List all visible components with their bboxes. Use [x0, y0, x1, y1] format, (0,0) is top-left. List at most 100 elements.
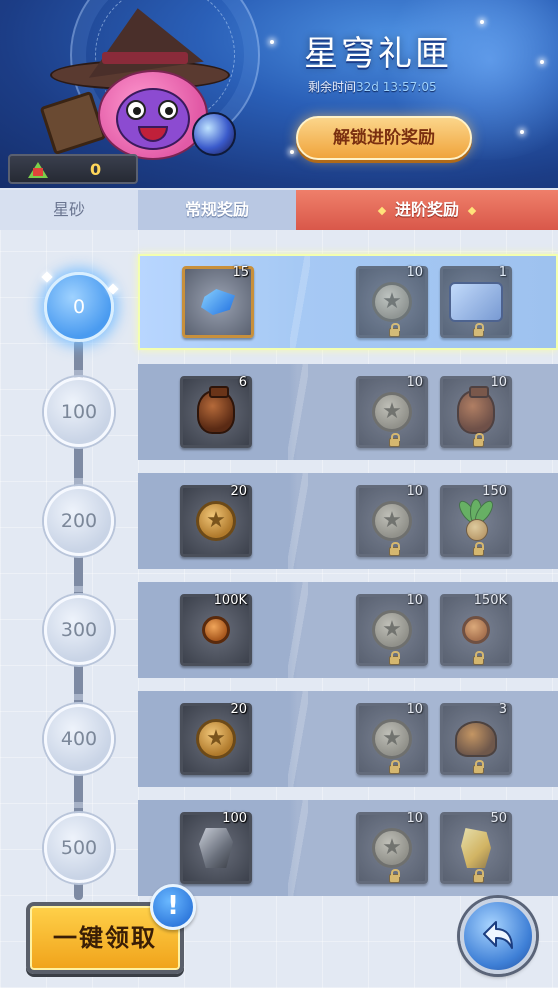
star-coin-icon [372, 719, 412, 759]
lock-icon [389, 651, 400, 665]
level-node: 0 [41, 271, 119, 342]
star-coin-icon [372, 828, 412, 868]
diamond-icon [377, 206, 387, 215]
reward-qty: 10 [406, 484, 423, 499]
reward-row: 20 10 3 [138, 691, 558, 787]
reward-slot-advanced[interactable]: 10 [356, 265, 428, 338]
star-sand-amount: 0 [90, 160, 102, 179]
reward-qty: 100K [213, 593, 247, 608]
wizard-mascot [39, 0, 240, 160]
star-coin-icon [196, 501, 236, 541]
star-sparkle [480, 20, 484, 24]
tab-star-sand[interactable]: 星砂 [0, 190, 138, 230]
level-value: 400 [60, 728, 98, 750]
level-value: 200 [60, 510, 98, 532]
level-node: 100 [44, 377, 114, 447]
reward-slot-normal[interactable]: 15 [182, 265, 254, 338]
star-coin-icon [196, 719, 236, 759]
reward-slot-advanced[interactable]: 10 [440, 375, 512, 448]
reward-slot-advanced[interactable]: 10 [356, 702, 428, 775]
star-coin-icon [372, 282, 412, 322]
reward-slot-normal[interactable]: 6 [180, 375, 252, 448]
reward-slot-advanced[interactable]: 10 [356, 811, 428, 884]
reward-slot-advanced[interactable]: 150K [440, 593, 512, 666]
diamond-icon [467, 206, 477, 215]
bronze-coin-icon [462, 616, 490, 644]
star-sparkle [540, 60, 544, 64]
reward-qty: 1 [498, 265, 507, 280]
reward-qty: 10 [406, 265, 423, 280]
level-node: 500 [44, 813, 114, 883]
gold-ore-icon [461, 828, 491, 868]
lock-icon [473, 433, 484, 447]
reward-slot-advanced[interactable]: 150 [440, 484, 512, 557]
lock-icon [473, 651, 484, 665]
reward-row: 20 10 150 [138, 473, 558, 569]
level-node: 200 [44, 486, 114, 556]
unlock-advanced-button[interactable]: 解锁进阶奖励 [296, 116, 472, 160]
hat-band [102, 52, 188, 64]
tab-advanced-rewards[interactable]: 进阶奖励 [296, 190, 558, 230]
level-value: 300 [60, 619, 98, 641]
star-sparkle [290, 150, 294, 154]
reward-slot-advanced[interactable]: 3 [440, 702, 512, 775]
star-sparkle [520, 130, 524, 134]
reward-slot-normal[interactable]: 20 [180, 484, 252, 557]
star-sparkle [270, 40, 274, 44]
level-node: 300 [44, 595, 114, 665]
alert-badge-icon[interactable]: ! [150, 884, 196, 930]
back-button[interactable] [460, 898, 536, 974]
reward-qty: 15 [232, 265, 249, 280]
mascot-eye-right [158, 100, 178, 120]
reward-qty: 150K [473, 593, 507, 608]
reward-tabs: 星砂 常规奖励 进阶奖励 [0, 190, 558, 230]
reward-row: 6 10 10 [138, 364, 558, 460]
reward-row: 15 10 1 [138, 254, 558, 350]
reward-slot-normal[interactable]: 100 [180, 811, 252, 884]
reward-slot-advanced[interactable]: 1 [440, 265, 512, 338]
reward-qty: 6 [238, 375, 247, 390]
reward-slot-normal[interactable]: 100K [180, 593, 252, 666]
reward-slot-normal[interactable]: 20 [180, 702, 252, 775]
reward-qty: 3 [498, 702, 507, 717]
timer-value: 32d 13:57:05 [356, 80, 437, 94]
reward-slot-advanced[interactable]: 10 [356, 484, 428, 557]
star-sand-counter: 0 [8, 154, 138, 184]
lock-icon [473, 542, 484, 556]
plant-bulb-icon [454, 497, 498, 543]
lock-icon [473, 760, 484, 774]
reward-slot-advanced[interactable]: 50 [440, 811, 512, 884]
reward-slot-advanced[interactable]: 10 [356, 593, 428, 666]
lock-icon [389, 323, 400, 337]
star-coin-icon [372, 392, 412, 432]
clay-vase-icon [197, 386, 235, 434]
reward-qty: 10 [406, 375, 423, 390]
lock-icon [389, 760, 400, 774]
timer-label: 剩余时间 [308, 80, 357, 94]
helmet-icon [455, 721, 497, 757]
back-arrow-icon [483, 921, 513, 949]
level-value: 0 [72, 296, 86, 318]
reward-qty: 10 [406, 593, 423, 608]
tab-normal-rewards[interactable]: 常规奖励 [138, 190, 296, 230]
star-sand-gem-icon [28, 162, 48, 178]
reward-qty: 20 [230, 702, 247, 717]
clay-vase-icon [457, 386, 495, 434]
reward-qty: 10 [406, 811, 423, 826]
lock-icon [389, 869, 400, 883]
star-coin-icon [372, 501, 412, 541]
reward-qty: 150 [482, 484, 507, 499]
mascot-eye-left [126, 100, 146, 120]
magic-orb-icon [192, 112, 236, 156]
reward-qty: 10 [490, 375, 507, 390]
reward-qty: 100 [222, 811, 247, 826]
tab-advanced-label: 进阶奖励 [394, 200, 459, 219]
reward-qty: 10 [406, 702, 423, 717]
bulb [466, 519, 488, 541]
level-node: 400 [44, 704, 114, 774]
lock-icon [473, 323, 484, 337]
level-value: 100 [60, 401, 98, 423]
star-coin-icon [372, 610, 412, 650]
reward-slot-advanced[interactable]: 10 [356, 375, 428, 448]
star-map-icon [449, 282, 503, 322]
